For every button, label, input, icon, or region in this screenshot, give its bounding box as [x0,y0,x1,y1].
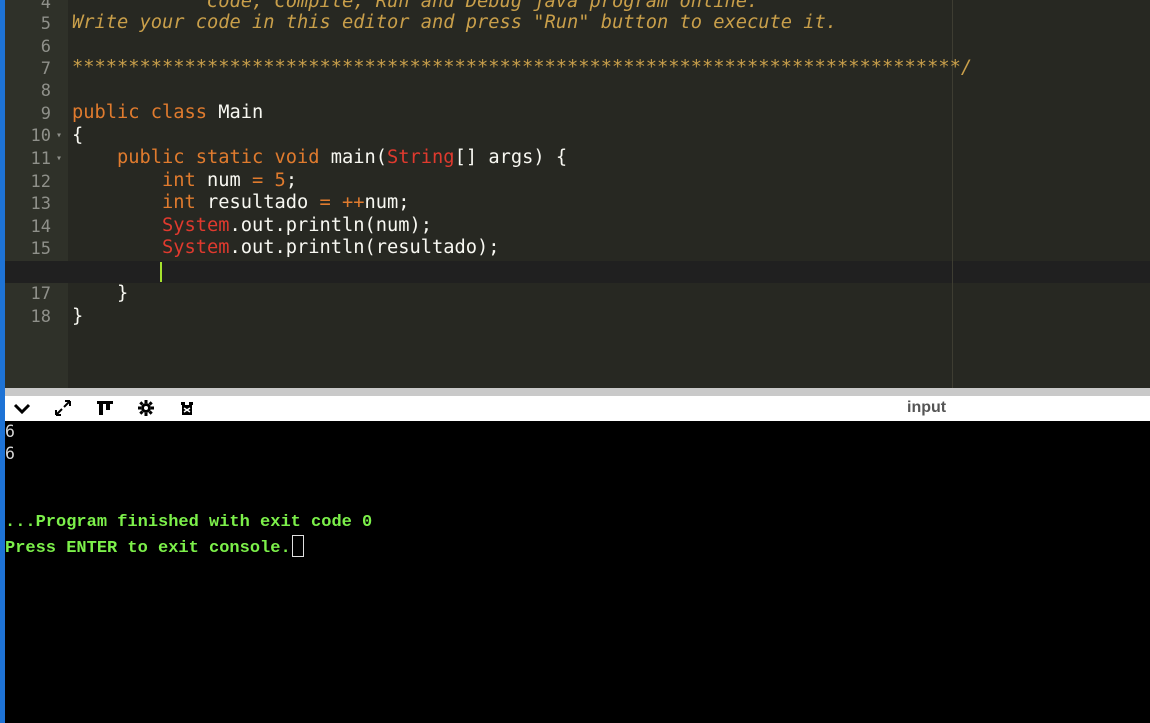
code-token: num [195,170,253,191]
code-line: ****************************************… [72,57,973,78]
line-number: 14 [30,217,51,237]
gear-icon[interactable] [134,397,158,419]
fold-arrow-icon[interactable]: ▾ [56,125,62,147]
type-token: String [387,147,455,168]
code-line: } [72,283,129,304]
code-line: { [72,125,84,146]
code-token: .out.println(resultado); [229,237,500,258]
console-cursor [291,535,304,557]
code-token: ; [285,170,298,191]
keyword-token: int [72,192,196,213]
line-number: 11 [30,149,51,169]
active-line-highlight [5,261,1150,283]
code-line: System.out.println(num); [72,215,432,237]
fold-arrow-icon[interactable]: ▾ [56,148,62,170]
output-console[interactable]: 6 6 ...Program finished with exit code 0… [5,421,1150,723]
expand-arrows-icon[interactable] [51,397,75,419]
code-line: int num = 5; [72,170,297,192]
code-token: [] args) { [454,147,568,168]
text-cursor [160,262,162,282]
line-number: 5 [40,14,51,34]
keyword-token: public static void [72,147,320,168]
operator-token: = [252,170,264,191]
code-token: resultado [195,192,320,213]
code-line: Write your code in this editor and press… [72,12,838,33]
line-number: 13 [30,194,51,214]
exit-prompt-text: Press ENTER to exit console. [5,539,291,558]
layout-icon[interactable] [93,397,117,419]
line-number: 9 [40,104,51,124]
code-line: System.out.println(resultado); [72,237,500,259]
console-output-line: 6 [5,422,15,441]
code-line: public static void main(String[] args) { [72,147,567,169]
type-token: System [72,215,230,236]
input-tab-label[interactable]: input [907,399,946,417]
console-output-line: 6 [5,444,15,463]
line-number: 6 [40,37,51,57]
line-number: 8 [40,81,51,101]
chevron-down-icon[interactable] [10,397,34,419]
exit-prompt-line: Press ENTER to exit console. [5,535,304,560]
type-token: System [72,237,230,258]
line-number: 18 [30,307,51,327]
exit-status-message: ...Program finished with exit code 0 [5,513,373,532]
keyword-token: public class [72,102,208,123]
line-number-gutter: 4 5 6 7 8 9 10 ▾ 11 ▾ 12 13 14 15 16 17 … [5,0,68,388]
code-token: main( [319,147,388,168]
code-editor[interactable]: 4 5 6 7 8 9 10 ▾ 11 ▾ 12 13 14 15 16 17 … [5,0,1150,388]
console-toolbar: input [5,396,1150,421]
code-token: num; [364,192,410,213]
line-number: 4 [40,0,51,13]
code-line: } [72,306,84,327]
line-number: 17 [30,284,51,304]
line-number: 7 [40,59,51,79]
clear-console-icon[interactable] [175,397,199,419]
class-name-token: Main [207,102,264,123]
panel-resize-handle[interactable] [5,388,1150,396]
code-line: public class Main [72,102,263,124]
code-line: int resultado = ++num; [72,192,410,214]
line-number: 12 [30,172,51,192]
line-number: 10 [30,126,51,146]
line-number: 15 [30,239,51,259]
keyword-token: int [72,170,196,191]
operator-token: = ++ [319,192,365,213]
number-token: 5 [263,170,286,191]
code-token: .out.println(num); [229,215,433,236]
